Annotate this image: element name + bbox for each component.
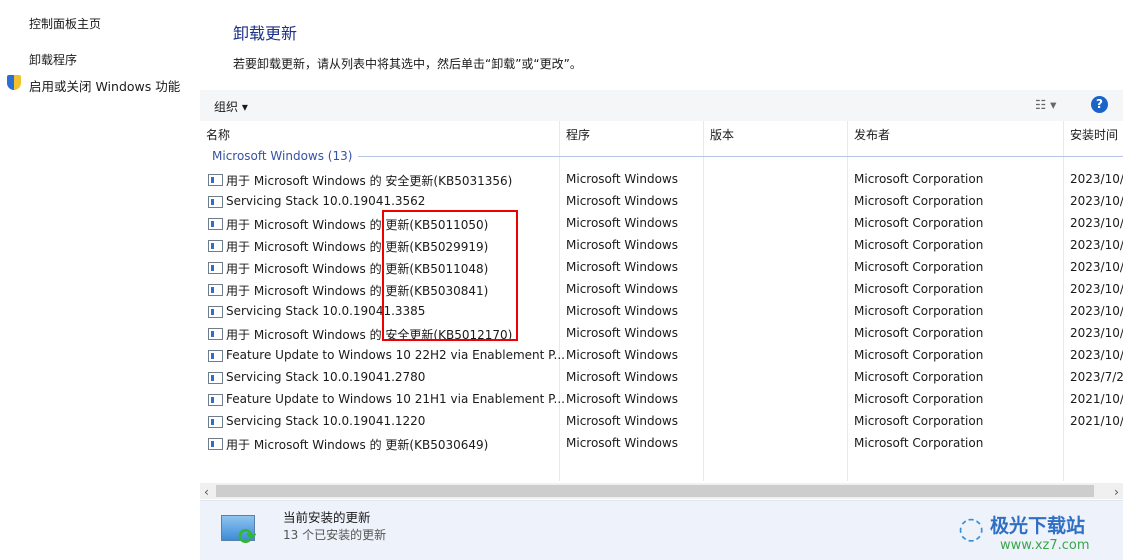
- column-name[interactable]: 名称: [206, 126, 230, 143]
- view-options-button[interactable]: ☷ ▾: [1035, 97, 1056, 112]
- scrollbar-thumb[interactable]: [216, 485, 1094, 497]
- table-row[interactable]: 用于 Microsoft Windows 的 更新(KB5030649) Mic…: [200, 432, 1123, 454]
- update-name: Feature Update to Windows 10 22H2 via En…: [226, 348, 565, 362]
- refresh-arrows-icon: ⟳: [238, 525, 257, 550]
- update-date: 2023/10/: [1070, 326, 1123, 340]
- update-publisher: Microsoft Corporation: [854, 238, 984, 252]
- status-panel: ⟳ 当前安装的更新 13 个已安装的更新 ◌ 极光下载站 www.xz7.com: [200, 500, 1123, 560]
- update-publisher: Microsoft Corporation: [854, 194, 984, 208]
- update-program: Microsoft Windows: [566, 194, 678, 208]
- windows-features-link[interactable]: 启用或关闭 Windows 功能: [29, 76, 180, 95]
- control-panel-home-link[interactable]: 控制面板主页: [29, 15, 101, 32]
- update-icon: [208, 372, 223, 384]
- update-date: 2023/10/: [1070, 216, 1123, 230]
- table-row[interactable]: Servicing Stack 10.0.19041.2780 Microsof…: [200, 366, 1123, 388]
- update-program: Microsoft Windows: [566, 172, 678, 186]
- update-program: Microsoft Windows: [566, 238, 678, 252]
- page-description: 若要卸载更新，请从列表中将其选中，然后单击“卸载”或“更改”。: [233, 57, 582, 71]
- update-icon: [208, 218, 223, 230]
- update-name: Servicing Stack 10.0.19041.1220: [226, 414, 426, 428]
- update-name: Servicing Stack 10.0.19041.3562: [226, 194, 426, 208]
- update-date: 2023/10/: [1070, 348, 1123, 362]
- update-program: Microsoft Windows: [566, 370, 678, 384]
- help-icon[interactable]: ?: [1091, 96, 1108, 113]
- status-title: 当前安装的更新: [283, 510, 371, 525]
- update-icon: [208, 284, 223, 296]
- table-row[interactable]: 用于 Microsoft Windows 的 更新(KB5011048) Mic…: [200, 256, 1123, 278]
- organize-button[interactable]: 组织 ▾: [214, 98, 248, 115]
- update-icon: [208, 262, 223, 274]
- update-publisher: Microsoft Corporation: [854, 436, 984, 450]
- table-row[interactable]: Feature Update to Windows 10 21H1 via En…: [200, 388, 1123, 410]
- update-publisher: Microsoft Corporation: [854, 304, 984, 318]
- update-publisher: Microsoft Corporation: [854, 260, 984, 274]
- update-program: Microsoft Windows: [566, 216, 678, 230]
- update-icon: [208, 416, 223, 428]
- update-publisher: Microsoft Corporation: [854, 392, 984, 406]
- update-date: 2021/10/: [1070, 414, 1123, 428]
- update-date: 2023/10/: [1070, 260, 1123, 274]
- update-publisher: Microsoft Corporation: [854, 326, 984, 340]
- table-row[interactable]: 用于 Microsoft Windows 的 更新(KB5030841) Mic…: [200, 278, 1123, 300]
- update-date: 2023/10/: [1070, 304, 1123, 318]
- update-name: 用于 Microsoft Windows 的 更新(KB5030649): [226, 438, 489, 452]
- table-row[interactable]: 用于 Microsoft Windows 的 安全更新(KB5031356) M…: [200, 168, 1123, 190]
- table-row[interactable]: Servicing Stack 10.0.19041.3385 Microsof…: [200, 300, 1123, 322]
- update-publisher: Microsoft Corporation: [854, 282, 984, 296]
- update-icon: [208, 174, 223, 186]
- update-program: Microsoft Windows: [566, 348, 678, 362]
- update-program: Microsoft Windows: [566, 414, 678, 428]
- update-publisher: Microsoft Corporation: [854, 414, 984, 428]
- group-divider: [358, 156, 1123, 157]
- update-name: 用于 Microsoft Windows 的 安全更新(KB5031356): [226, 174, 513, 188]
- update-publisher: Microsoft Corporation: [854, 172, 984, 186]
- update-icon: [208, 328, 223, 340]
- column-program[interactable]: 程序: [566, 126, 590, 143]
- group-header[interactable]: Microsoft Windows (13): [212, 149, 352, 163]
- update-icon: [208, 438, 223, 450]
- update-program: Microsoft Windows: [566, 304, 678, 318]
- update-date: 2021/10/: [1070, 392, 1123, 406]
- highlight-box: [382, 210, 518, 341]
- update-icon: [208, 306, 223, 318]
- table-row[interactable]: Servicing Stack 10.0.19041.1220 Microsof…: [200, 410, 1123, 432]
- update-icon: [208, 196, 223, 208]
- update-icon: [208, 350, 223, 362]
- column-version[interactable]: 版本: [710, 126, 734, 143]
- page-title: 卸载更新: [233, 24, 298, 43]
- update-publisher: Microsoft Corporation: [854, 348, 984, 362]
- column-header: 名称 程序 版本 发布者 安装时间: [200, 121, 1123, 481]
- shield-icon: [7, 75, 21, 90]
- status-count: 13 个已安装的更新: [283, 528, 387, 542]
- update-name: Servicing Stack 10.0.19041.2780: [226, 370, 426, 384]
- table-row[interactable]: 用于 Microsoft Windows 的 安全更新(KB5012170) M…: [200, 322, 1123, 344]
- update-publisher: Microsoft Corporation: [854, 370, 984, 384]
- update-program: Microsoft Windows: [566, 282, 678, 296]
- toolbar: 组织 ▾ ☷ ▾ ?: [200, 90, 1123, 121]
- uninstall-program-link[interactable]: 卸载程序: [29, 51, 77, 68]
- update-publisher: Microsoft Corporation: [854, 216, 984, 230]
- update-date: 2023/10/: [1070, 172, 1123, 186]
- update-icon: [208, 394, 223, 406]
- update-date: 2023/7/2: [1070, 370, 1123, 384]
- update-program: Microsoft Windows: [566, 260, 678, 274]
- table-row[interactable]: 用于 Microsoft Windows 的 更新(KB5029919) Mic…: [200, 234, 1123, 256]
- update-date: 2023/10/: [1070, 238, 1123, 252]
- table-row[interactable]: Servicing Stack 10.0.19041.3562 Microsof…: [200, 190, 1123, 212]
- update-icon: [208, 240, 223, 252]
- update-program: Microsoft Windows: [566, 436, 678, 450]
- update-program: Microsoft Windows: [566, 392, 678, 406]
- column-install-date[interactable]: 安装时间: [1070, 126, 1118, 143]
- update-name: Feature Update to Windows 10 21H1 via En…: [226, 392, 565, 406]
- column-publisher[interactable]: 发布者: [854, 126, 890, 143]
- update-date: 2023/10/: [1070, 282, 1123, 296]
- update-date: 2023/10/: [1070, 194, 1123, 208]
- table-row[interactable]: Feature Update to Windows 10 22H2 via En…: [200, 344, 1123, 366]
- table-row[interactable]: 用于 Microsoft Windows 的 更新(KB5011050) Mic…: [200, 212, 1123, 234]
- update-program: Microsoft Windows: [566, 326, 678, 340]
